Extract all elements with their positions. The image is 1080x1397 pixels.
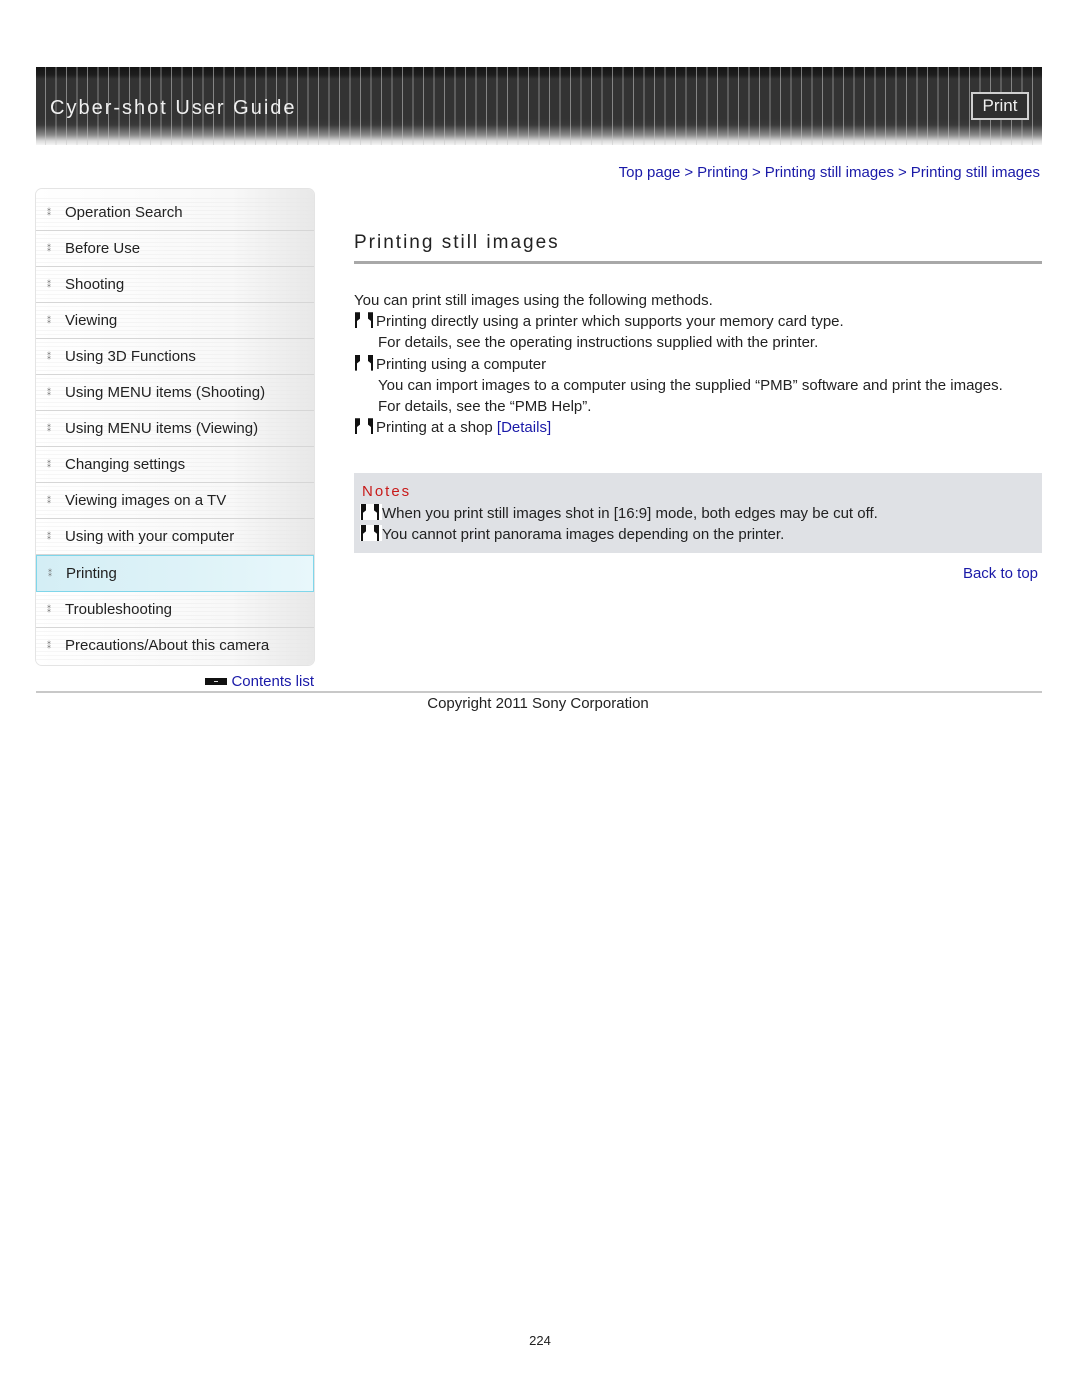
breadcrumb-current-page[interactable]: Printing still images xyxy=(911,164,1040,181)
notes-box: Notes When you print still images shot i… xyxy=(354,473,1042,553)
sidebar-item-before-use[interactable]: ⁑ Before Use xyxy=(36,231,314,267)
back-to-top-link[interactable]: Back to top xyxy=(963,565,1038,582)
sidebar-item-shooting[interactable]: ⁑ Shooting xyxy=(36,267,314,303)
sidebar-item-label: Precautions/About this camera xyxy=(65,637,270,654)
breadcrumb-separator: > xyxy=(898,164,907,181)
bullet-icon: ⁑ xyxy=(47,459,51,469)
sidebar-item-label: Viewing images on a TV xyxy=(65,492,227,509)
guide-title: Cyber-shot User Guide xyxy=(50,97,297,119)
contents-list-label: Contents list xyxy=(231,673,314,690)
note-item: When you print still images shot in [16:… xyxy=(360,503,878,524)
bullet-icon: ⁑ xyxy=(47,604,51,614)
breadcrumb-separator: > xyxy=(752,164,761,181)
breadcrumb-separator: > xyxy=(684,164,694,181)
contents-list-link[interactable]: Contents list xyxy=(205,673,314,690)
method-item: Printing directly using a printer which … xyxy=(354,311,1042,332)
sidebar-item-label: Troubleshooting xyxy=(65,601,173,618)
copyright-text: Copyright 2011 Sony Corporation xyxy=(427,695,649,712)
sidebar-nav: ⁑ Operation Search ⁑ Before Use ⁑ Shooting … xyxy=(36,189,314,665)
page-number: 224 xyxy=(529,1333,551,1348)
bullet-mark-icon xyxy=(354,355,376,371)
breadcrumb-top-page[interactable]: Top page xyxy=(619,164,681,181)
bullet-icon: ⁑ xyxy=(47,531,51,541)
sidebar-item-label: Shooting xyxy=(65,276,125,293)
sidebar-item-label: Using 3D Functions xyxy=(65,348,196,365)
sidebar-item-precautions[interactable]: ⁑ Precautions/About this camera xyxy=(36,628,314,663)
sidebar-item-troubleshooting[interactable]: ⁑ Troubleshooting xyxy=(36,592,314,628)
sidebar-item-label: Printing xyxy=(66,565,117,582)
details-link[interactable]: [Details] xyxy=(497,419,551,436)
method-detail: For details, see the “PMB Help”. xyxy=(378,398,592,416)
method-detail: For details, see the operating instructi… xyxy=(378,334,819,352)
sidebar-item-label: Using MENU items (Shooting) xyxy=(65,384,266,401)
bullet-mark-icon xyxy=(354,312,376,328)
sidebar-item-label: Operation Search xyxy=(65,204,183,221)
bullet-icon: ⁑ xyxy=(47,243,51,253)
sidebar-item-menu-viewing[interactable]: ⁑ Using MENU items (Viewing) xyxy=(36,411,314,447)
bullet-mark-icon xyxy=(360,525,382,541)
article-body: You can print still images using the fol… xyxy=(354,290,1042,438)
bullet-icon: ⁑ xyxy=(47,423,51,433)
note-text: You cannot print panorama images dependi… xyxy=(382,526,785,543)
bullet-icon: ⁑ xyxy=(47,351,51,361)
sidebar-item-menu-shooting[interactable]: ⁑ Using MENU items (Shooting) xyxy=(36,375,314,411)
print-button[interactable]: Print xyxy=(971,92,1029,120)
sidebar-item-label: Changing settings xyxy=(65,456,186,473)
intro-text: You can print still images using the fol… xyxy=(354,292,713,309)
bullet-icon: ⁑ xyxy=(47,640,51,650)
header-banner: Cyber-shot User Guide Print xyxy=(36,67,1042,145)
note-item: You cannot print panorama images dependi… xyxy=(360,524,878,545)
notes-title: Notes xyxy=(362,483,412,500)
sidebar-item-printing[interactable]: ⁑ Printing xyxy=(36,555,314,592)
footer-divider xyxy=(36,691,1042,693)
bullet-mark-icon xyxy=(354,418,376,434)
note-text: When you print still images shot in [16:… xyxy=(382,505,878,522)
sidebar-item-using-3d-functions[interactable]: ⁑ Using 3D Functions xyxy=(36,339,314,375)
bullet-icon: ⁑ xyxy=(47,279,51,289)
sidebar-item-label: Before Use xyxy=(65,240,141,257)
sidebar-item-label: Using MENU items (Viewing) xyxy=(65,420,259,437)
breadcrumb: Top page > Printing > Printing still images >… xyxy=(619,164,1040,181)
method-heading: Printing using a computer xyxy=(376,355,547,373)
sidebar-item-label: Using with your computer xyxy=(65,528,235,545)
bullet-icon: ⁑ xyxy=(47,495,51,505)
page-title: Printing still images xyxy=(354,232,560,253)
bullet-icon: ⁑ xyxy=(47,315,51,325)
method-item: Printing using a computer xyxy=(354,354,1042,375)
sidebar-item-operation-search[interactable]: ⁑ Operation Search xyxy=(36,195,314,231)
title-divider xyxy=(354,261,1042,264)
sidebar-item-viewing-on-tv[interactable]: ⁑ Viewing images on a TV xyxy=(36,483,314,519)
bullet-icon: ⁑ xyxy=(47,207,51,217)
contents-list-icon xyxy=(205,678,228,685)
bullet-mark-icon xyxy=(360,504,382,520)
bullet-icon: ⁑ xyxy=(48,568,52,578)
breadcrumb-printing[interactable]: Printing xyxy=(697,164,748,181)
method-heading: Printing directly using a printer which … xyxy=(376,313,844,331)
bullet-icon: ⁑ xyxy=(47,387,51,397)
method-item: Printing at a shop [Details] xyxy=(354,417,1042,438)
sidebar-item-changing-settings[interactable]: ⁑ Changing settings xyxy=(36,447,314,483)
sidebar-item-using-with-computer[interactable]: ⁑ Using with your computer xyxy=(36,519,314,555)
sidebar-item-label: Viewing xyxy=(65,312,118,329)
notes-list: When you print still images shot in [16:… xyxy=(360,503,878,545)
breadcrumb-printing-still-images[interactable]: Printing still images xyxy=(765,164,894,181)
sidebar-item-viewing[interactable]: ⁑ Viewing xyxy=(36,303,314,339)
method-heading: Printing at a shop xyxy=(376,419,497,437)
method-detail: You can import images to a computer usin… xyxy=(378,376,1003,394)
